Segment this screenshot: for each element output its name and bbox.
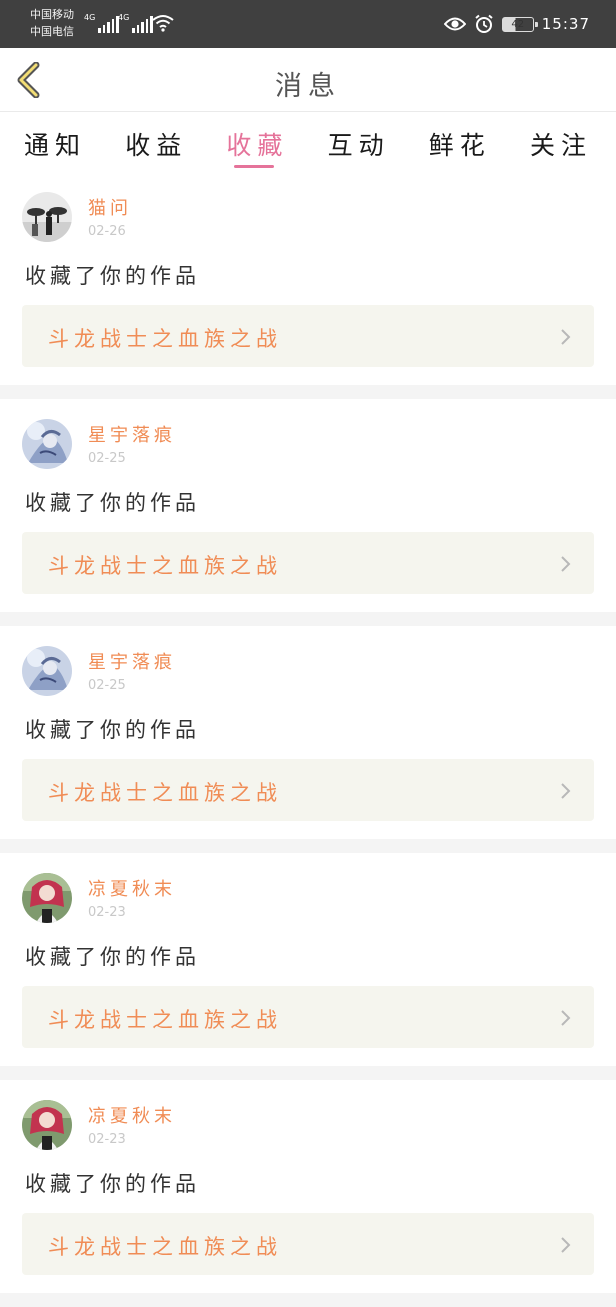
signal-icon: 4G <box>118 13 153 33</box>
tab-label: 互动 <box>327 131 390 160</box>
avatar[interactable] <box>22 646 72 696</box>
work-title: 斗龙战士之血族之战 <box>48 1235 282 1259</box>
work-link[interactable]: 斗龙战士之血族之战 <box>22 1213 594 1275</box>
status-bar: 中国移动 中国电信 4G 4G 42 15:37 <box>0 0 616 48</box>
tab-follows[interactable]: 关注 <box>530 112 592 172</box>
work-link[interactable]: 斗龙战士之血族之战 <box>22 986 594 1048</box>
battery-icon: 42 <box>501 16 538 32</box>
chevron-right-icon <box>561 783 571 799</box>
tab-flowers[interactable]: 鲜花 <box>429 112 491 172</box>
tab-earnings[interactable]: 收益 <box>125 112 187 172</box>
carrier-2: 中国电信 <box>30 25 74 38</box>
action-text: 收藏了你的作品 <box>25 264 200 288</box>
work-link[interactable]: 斗龙战士之血族之战 <box>22 532 594 594</box>
eye-icon <box>443 17 466 31</box>
action-text: 收藏了你的作品 <box>25 1172 200 1196</box>
work-link[interactable]: 斗龙战士之血族之战 <box>22 759 594 821</box>
tab-interactions[interactable]: 互动 <box>328 112 390 172</box>
tab-label: 收藏 <box>226 131 289 160</box>
tab-label: 通知 <box>24 131 87 160</box>
username[interactable]: 猫问 <box>88 194 132 220</box>
message-card: 星宇落痕 02-25 收藏了你的作品 斗龙战士之血族之战 <box>0 626 616 853</box>
message-card: 凉夏秋末 02-23 收藏了你的作品 斗龙战士之血族之战 <box>0 1080 616 1307</box>
nav-bar: 消息 <box>0 48 616 112</box>
active-tab-indicator <box>234 165 275 168</box>
alarm-icon <box>475 14 493 33</box>
action-text: 收藏了你的作品 <box>25 945 200 969</box>
work-title: 斗龙战士之血族之战 <box>48 1008 282 1032</box>
action-text: 收藏了你的作品 <box>25 718 200 742</box>
work-title: 斗龙战士之血族之战 <box>48 327 282 351</box>
avatar[interactable] <box>22 419 72 469</box>
message-card: 星宇落痕 02-25 收藏了你的作品 斗龙战士之血族之战 <box>0 399 616 626</box>
chevron-right-icon <box>561 1010 571 1026</box>
page-title: 消息 <box>275 71 341 102</box>
chevron-right-icon <box>561 1237 571 1253</box>
username[interactable]: 星宇落痕 <box>88 648 176 674</box>
tab-bar: 通知 收益 收藏 互动 鲜花 关注 <box>0 112 616 172</box>
message-date: 02-25 <box>88 451 126 466</box>
message-date: 02-23 <box>88 905 126 920</box>
tab-notifications[interactable]: 通知 <box>24 112 86 172</box>
signal-icon: 4G <box>84 13 119 33</box>
tab-favorites[interactable]: 收藏 <box>226 112 288 172</box>
avatar[interactable] <box>22 192 72 242</box>
tab-label: 收益 <box>125 131 188 160</box>
work-title: 斗龙战士之血族之战 <box>48 554 282 578</box>
message-date: 02-26 <box>88 224 126 239</box>
tab-label: 鲜花 <box>428 131 491 160</box>
work-title: 斗龙战士之血族之战 <box>48 781 282 805</box>
avatar[interactable] <box>22 1100 72 1150</box>
clock: 15:37 <box>541 15 590 33</box>
username[interactable]: 星宇落痕 <box>88 421 176 447</box>
carrier-1: 中国移动 <box>30 8 74 21</box>
message-card: 猫问 02-26 收藏了你的作品 斗龙战士之血族之战 <box>0 172 616 399</box>
carrier-info: 中国移动 中国电信 <box>30 6 74 40</box>
username[interactable]: 凉夏秋末 <box>88 1102 176 1128</box>
wifi-icon <box>152 15 174 32</box>
avatar[interactable] <box>22 873 72 923</box>
username[interactable]: 凉夏秋末 <box>88 875 176 901</box>
message-list: 猫问 02-26 收藏了你的作品 斗龙战士之血族之战 星宇落痕 02-25 收藏… <box>0 172 616 1307</box>
message-date: 02-23 <box>88 1132 126 1147</box>
chevron-right-icon <box>561 556 571 572</box>
network-type-2: 4G <box>118 13 130 22</box>
network-type-1: 4G <box>84 13 96 22</box>
chevron-right-icon <box>561 329 571 345</box>
message-card: 凉夏秋末 02-23 收藏了你的作品 斗龙战士之血族之战 <box>0 853 616 1080</box>
battery-level: 42 <box>511 18 525 30</box>
message-date: 02-25 <box>88 678 126 693</box>
action-text: 收藏了你的作品 <box>25 491 200 515</box>
work-link[interactable]: 斗龙战士之血族之战 <box>22 305 594 367</box>
tab-label: 关注 <box>529 131 592 160</box>
